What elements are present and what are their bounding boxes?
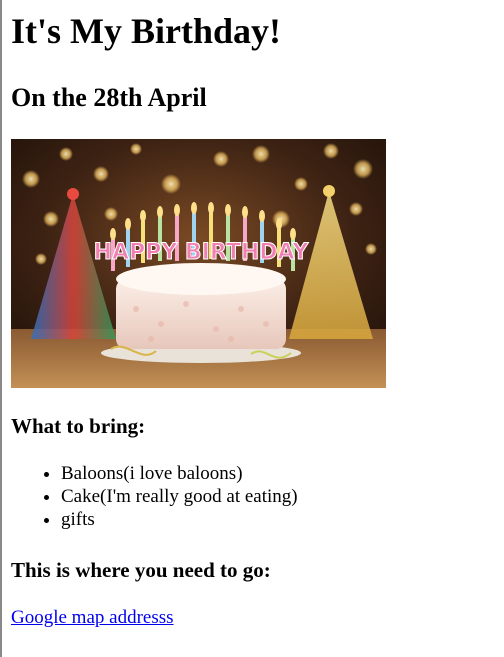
location-heading: This is where you need to go: (11, 558, 271, 582)
list-item: gifts (61, 508, 298, 531)
birthday-cake-photo-svg: HAPPY BIRTHDAY (11, 139, 386, 388)
cake-topper-text: HAPPY BIRTHDAY (94, 240, 310, 265)
google-map-link[interactable]: Google map addresss (11, 606, 174, 629)
bring-heading: What to bring: (11, 414, 146, 438)
list-item: Cake(I'm really good at eating) (61, 485, 298, 508)
bring-list: Baloons(i love baloons) Cake(I'm really … (11, 462, 298, 531)
window-left-edge (0, 0, 2, 657)
list-item: Baloons(i love baloons) (61, 462, 298, 485)
birthday-cake-image: HAPPY BIRTHDAY (11, 139, 386, 388)
page-title: It's My Birthday! (11, 11, 281, 51)
date-heading: On the 28th April (11, 83, 207, 112)
